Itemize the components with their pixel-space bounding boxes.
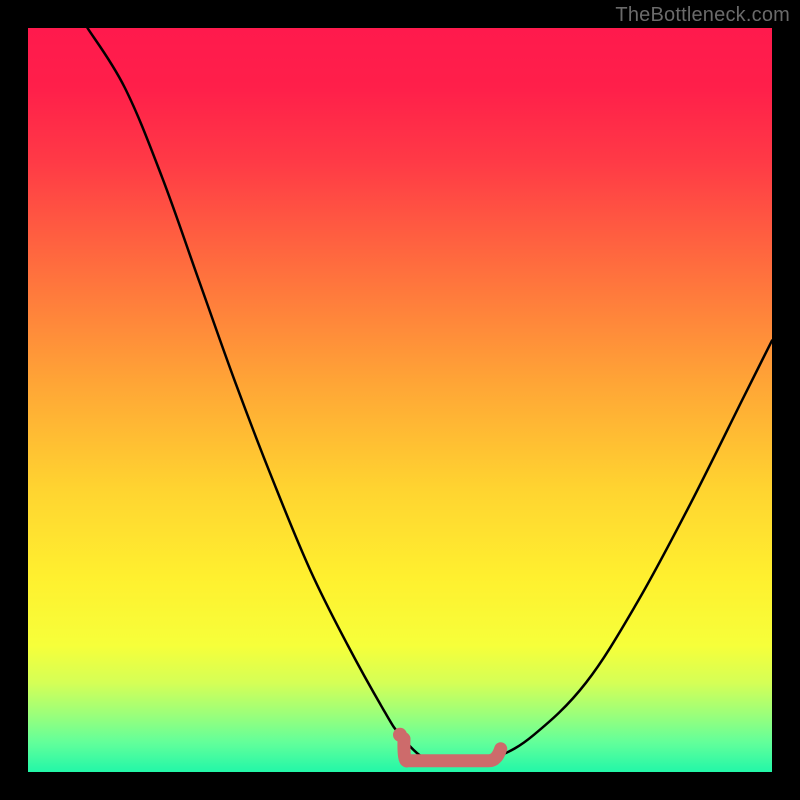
bottleneck-curve: [88, 28, 773, 766]
gradient-plot-area: [28, 28, 772, 772]
optimum-marker: [393, 728, 501, 761]
watermark-text: TheBottleneck.com: [615, 4, 790, 27]
plot-svg: [28, 28, 772, 772]
chart-frame: TheBottleneck.com: [0, 0, 800, 800]
optimum-hook: [404, 739, 501, 761]
